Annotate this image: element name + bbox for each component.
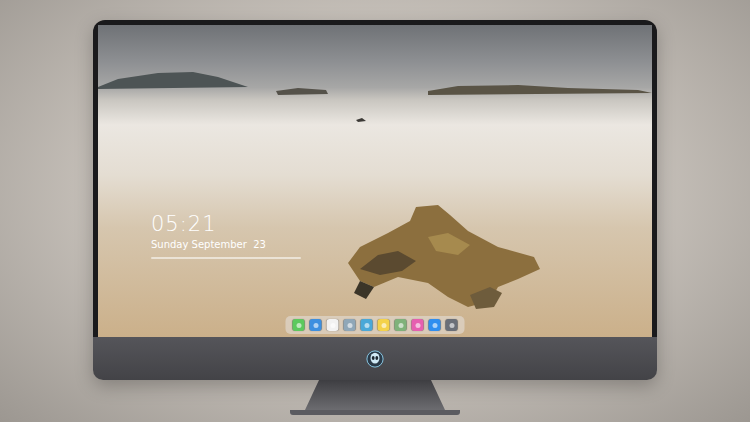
hint-text-line <box>151 257 301 259</box>
monitor-stand <box>305 380 445 410</box>
lock-screen-clock: 05:21 Sunday September 23 <box>151 213 301 259</box>
landscape-icon <box>98 25 652 337</box>
dock-app-icon[interactable] <box>395 319 407 331</box>
monitor-chin <box>93 337 657 380</box>
dock-app-icon[interactable] <box>361 319 373 331</box>
clock-time: 05:21 <box>151 213 301 236</box>
dock <box>286 316 465 334</box>
dock-app-icon[interactable] <box>310 319 322 331</box>
dock-app-icon[interactable] <box>378 319 390 331</box>
desktop-background: 05:21 Sunday September 23 <box>0 0 750 422</box>
screen: 05:21 Sunday September 23 <box>98 25 652 337</box>
alien-logo-icon <box>366 350 384 368</box>
dock-app-icon[interactable] <box>412 319 424 331</box>
dock-app-icon[interactable] <box>293 319 305 331</box>
wallpaper-photo <box>98 25 652 337</box>
dock-app-icon[interactable] <box>327 319 339 331</box>
dock-app-icon[interactable] <box>446 319 458 331</box>
monitor-stand-base <box>290 410 460 415</box>
monitor: 05:21 Sunday September 23 <box>93 20 657 380</box>
monitor-bezel: 05:21 Sunday September 23 <box>93 20 657 337</box>
dock-app-icon[interactable] <box>429 319 441 331</box>
clock-date: Sunday September 23 <box>151 239 301 250</box>
dock-app-icon[interactable] <box>344 319 356 331</box>
